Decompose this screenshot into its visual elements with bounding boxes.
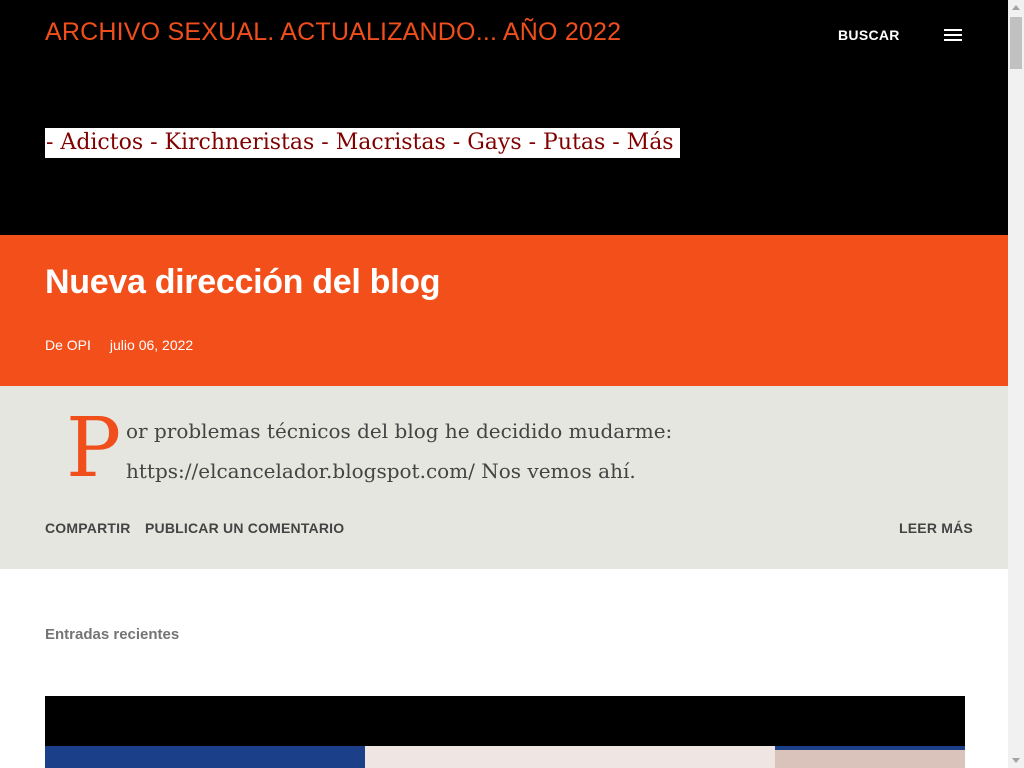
- blog-description: - Adictos - Kirchneristas - Macristas - …: [45, 128, 680, 158]
- thumbnail-panel: [365, 746, 775, 768]
- scrollbar-thumb[interactable]: [1010, 17, 1022, 69]
- recent-posts-heading: Entradas recientes: [45, 626, 180, 643]
- thumbnail-right-area: [775, 750, 965, 768]
- read-more-link[interactable]: LEER MÁS: [899, 520, 973, 536]
- post-title-link[interactable]: Nueva dirección del blog: [45, 263, 441, 302]
- page: ARCHIVO SEXUAL. ACTUALIZANDO... AÑO 2022…: [0, 0, 1008, 768]
- search-button[interactable]: BUSCAR: [838, 27, 900, 43]
- post-meta: De OPI julio 06, 2022: [45, 337, 193, 353]
- scroll-down-arrow-icon[interactable]: [1012, 758, 1020, 763]
- site-title-link[interactable]: ARCHIVO SEXUAL. ACTUALIZANDO... AÑO 2022: [45, 18, 621, 47]
- share-button[interactable]: COMPARTIR: [45, 520, 131, 536]
- vertical-scrollbar[interactable]: [1008, 0, 1024, 768]
- recent-post-thumbnail[interactable]: [45, 696, 965, 768]
- menu-line: [944, 34, 962, 36]
- menu-line: [944, 29, 962, 31]
- post-snippet-text: or problemas técnicos del blog he decidi…: [126, 419, 673, 483]
- post-snippet: P or problemas técnicos del blog he deci…: [0, 386, 1008, 569]
- hamburger-menu-icon[interactable]: [944, 29, 962, 43]
- post-header: Nueva dirección del blog De OPI julio 06,…: [0, 235, 1008, 386]
- post-comment-button[interactable]: PUBLICAR UN COMENTARIO: [145, 520, 344, 536]
- drop-cap: P: [66, 401, 122, 496]
- post-author-link[interactable]: De OPI: [45, 337, 91, 353]
- blog-header: ARCHIVO SEXUAL. ACTUALIZANDO... AÑO 2022…: [0, 0, 1008, 235]
- menu-line: [944, 39, 962, 41]
- scroll-up-arrow-icon[interactable]: [1012, 5, 1020, 10]
- post-date-link[interactable]: julio 06, 2022: [110, 337, 193, 353]
